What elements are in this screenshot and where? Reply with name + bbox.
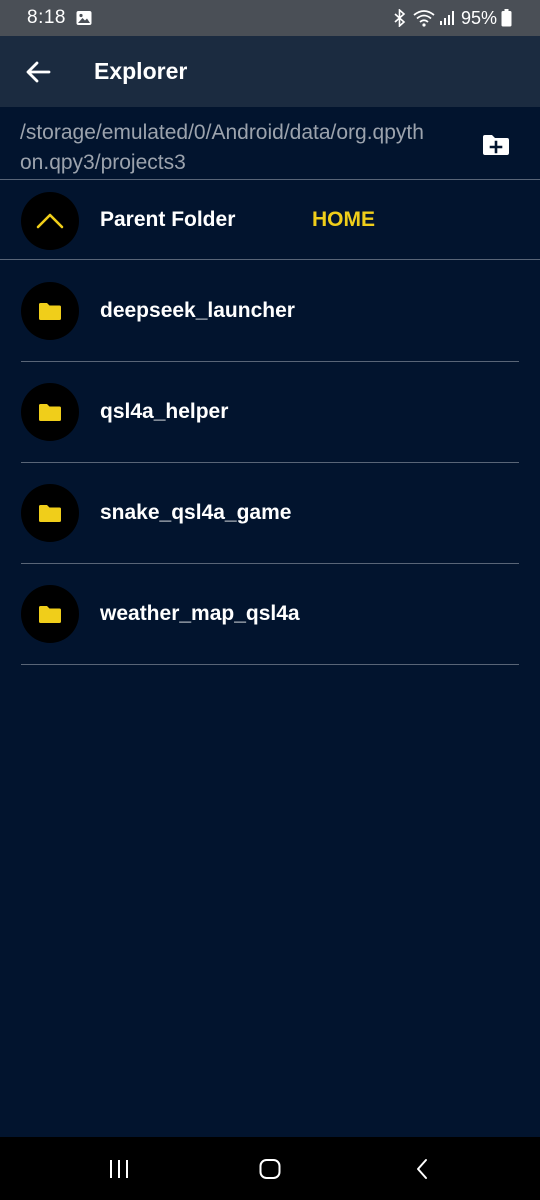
divider (21, 664, 519, 665)
parent-folder-row[interactable]: Parent Folder HOME (0, 181, 540, 260)
folder-name: weather_map_qsl4a (100, 602, 300, 625)
folder-list-item[interactable]: snake_qsl4a_game (0, 463, 540, 564)
folder-icon (38, 302, 62, 321)
folder-name: qsl4a_helper (100, 400, 229, 423)
current-path-row: /storage/emulated/0/Android/data/org.qpy… (0, 107, 540, 180)
home-nav-button[interactable] (250, 1153, 290, 1185)
arrow-left-icon (25, 60, 51, 84)
folder-name: deepseek_launcher (100, 299, 295, 322)
folder-icon-circle (21, 585, 79, 643)
status-left: 8:18 (27, 7, 92, 29)
folder-icon (38, 605, 62, 624)
image-icon (76, 10, 92, 26)
nav-back-icon (414, 1157, 430, 1181)
app-bar: Explorer (0, 36, 540, 107)
back-nav-button[interactable] (402, 1153, 442, 1185)
back-button[interactable] (18, 52, 58, 92)
home-icon (258, 1158, 282, 1180)
new-folder-button[interactable] (476, 130, 516, 160)
chevron-up-icon (36, 212, 64, 230)
system-nav-bar (0, 1137, 540, 1200)
recent-apps-button[interactable] (99, 1153, 139, 1185)
folder-list: deepseek_launcher qsl4a_helper snake_qsl4a… (0, 261, 540, 665)
folder-list-item[interactable]: qsl4a_helper (0, 362, 540, 463)
status-bar: 8:18 95% (0, 0, 540, 36)
status-time: 8:18 (27, 7, 66, 28)
battery-percent: 95% (460, 7, 497, 28)
folder-icon-circle (21, 383, 79, 441)
parent-folder-icon-circle (21, 192, 79, 250)
folder-icon-circle (21, 484, 79, 542)
folder-list-item[interactable]: deepseek_launcher (0, 261, 540, 362)
folder-icon (38, 403, 62, 422)
folder-icon (38, 504, 62, 523)
recent-apps-icon (107, 1159, 131, 1179)
folder-name: snake_qsl4a_game (100, 501, 292, 524)
new-folder-icon (482, 134, 510, 156)
signal-icon (439, 10, 455, 26)
home-button[interactable]: HOME (312, 208, 375, 232)
bluetooth-icon (393, 9, 407, 27)
battery-icon (501, 9, 512, 27)
status-right: 95% (393, 8, 512, 29)
folder-icon-circle (21, 282, 79, 340)
page-title: Explorer (94, 58, 188, 84)
folder-list-item[interactable]: weather_map_qsl4a (0, 564, 540, 665)
current-path: /storage/emulated/0/Android/data/org.qpy… (20, 121, 424, 174)
parent-folder-label: Parent Folder (100, 208, 236, 231)
wifi-icon (413, 9, 435, 27)
